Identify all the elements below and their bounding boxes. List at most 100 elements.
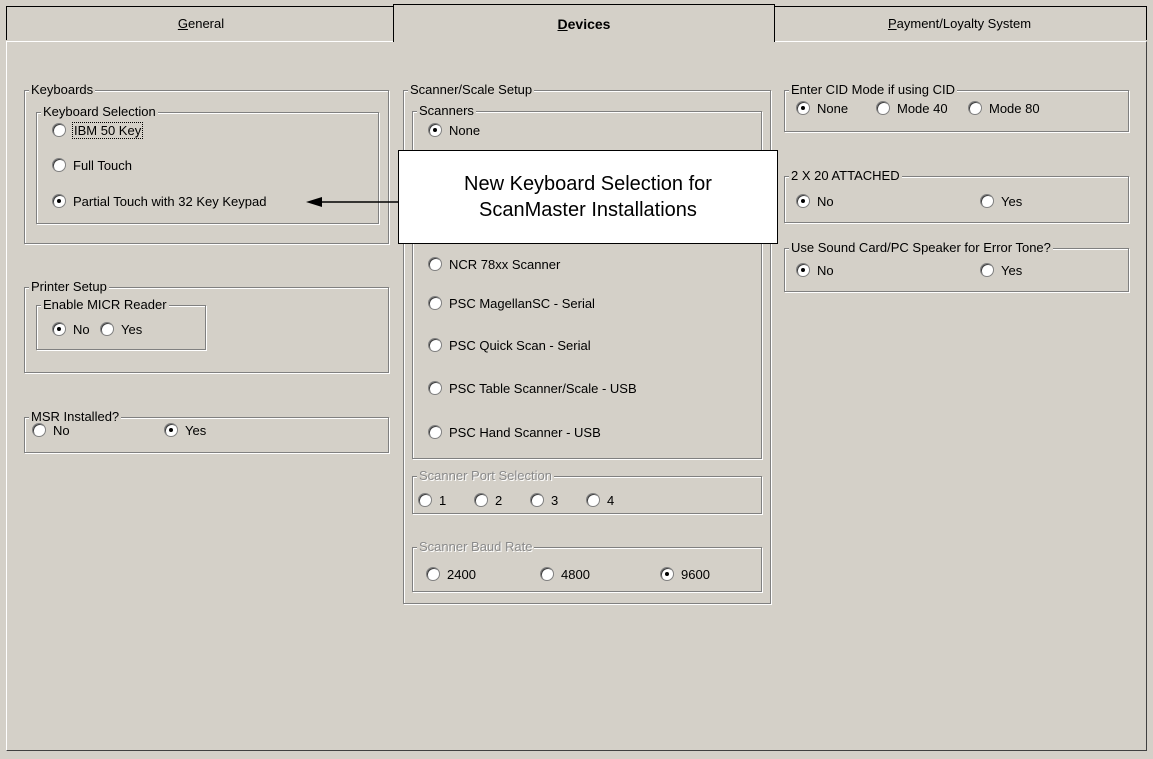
baud-9600-radio[interactable]: 9600 bbox=[660, 566, 710, 582]
cid-mode-title: Enter CID Mode if using CID bbox=[789, 82, 958, 98]
cid-mode-80-radio[interactable]: Mode 80 bbox=[968, 100, 1040, 116]
scanner-port-4-radio[interactable]: 4 bbox=[586, 492, 614, 508]
radio-button-icon bbox=[586, 493, 600, 507]
tab-devices-hotkey: D bbox=[557, 15, 568, 32]
radio-label: 9600 bbox=[681, 566, 710, 582]
callout-arrow-icon bbox=[306, 197, 399, 207]
radio-button-selected-icon bbox=[428, 123, 442, 137]
radio-label: Yes bbox=[1001, 262, 1023, 278]
scanner-port-3-radio[interactable]: 3 bbox=[530, 492, 558, 508]
radio-label: PSC Quick Scan - Serial bbox=[449, 337, 591, 353]
msr-no-radio[interactable]: No bbox=[32, 422, 70, 438]
radio-label: No bbox=[817, 262, 834, 278]
radio-button-selected-icon bbox=[52, 322, 66, 336]
micr-reader-title: Enable MICR Reader bbox=[41, 297, 169, 313]
radio-label: PSC MagellanSC - Serial bbox=[449, 295, 595, 311]
radio-button-icon bbox=[980, 263, 994, 277]
radio-label: 3 bbox=[551, 492, 559, 508]
scanner-port-selection-title: Scanner Port Selection bbox=[417, 468, 554, 484]
keyboard-option-partial-touch[interactable]: Partial Touch with 32 Key Keypad bbox=[52, 193, 266, 209]
callout-line-1: New Keyboard Selection for bbox=[464, 173, 712, 195]
radio-button-icon bbox=[530, 493, 544, 507]
display-no-radio[interactable]: No bbox=[796, 193, 834, 209]
radio-label: 4800 bbox=[561, 566, 590, 582]
printer-setup-title: Printer Setup bbox=[29, 279, 109, 295]
radio-button-icon bbox=[474, 493, 488, 507]
scanners-title: Scanners bbox=[417, 103, 476, 119]
radio-button-icon bbox=[876, 101, 890, 115]
tab-general-hotkey: G bbox=[177, 16, 188, 31]
display-2x20-title: 2 X 20 ATTACHED bbox=[789, 168, 902, 184]
tab-payment-loyalty[interactable]: Payment/Loyalty System bbox=[772, 6, 1147, 40]
tab-devices-label: evices bbox=[567, 15, 611, 32]
cid-none-radio[interactable]: None bbox=[796, 100, 848, 116]
radio-label: NCR 78xx Scanner bbox=[449, 256, 561, 272]
radio-button-icon bbox=[32, 423, 46, 437]
tab-general-label: eneral bbox=[187, 16, 225, 31]
scanner-port-1-radio[interactable]: 1 bbox=[418, 492, 446, 508]
tab-payment-hotkey: P bbox=[887, 16, 897, 31]
radio-button-selected-icon bbox=[796, 263, 810, 277]
radio-label: None bbox=[817, 100, 849, 116]
callout-box: New Keyboard Selection for ScanMaster In… bbox=[398, 150, 778, 244]
scanner-option-psc-table-scanner-usb[interactable]: PSC Table Scanner/Scale - USB bbox=[428, 380, 637, 396]
radio-label: Yes bbox=[1001, 193, 1023, 209]
display-yes-radio[interactable]: Yes bbox=[980, 193, 1022, 209]
radio-button-icon bbox=[968, 101, 982, 115]
radio-label: 4 bbox=[607, 492, 615, 508]
error-tone-title: Use Sound Card/PC Speaker for Error Tone… bbox=[789, 240, 1053, 256]
msr-yes-radio[interactable]: Yes bbox=[164, 422, 206, 438]
radio-button-selected-icon bbox=[796, 101, 810, 115]
keyboards-group-title: Keyboards bbox=[29, 82, 96, 98]
scanner-option-psc-quick-scan-serial[interactable]: PSC Quick Scan - Serial bbox=[428, 337, 591, 353]
radio-button-icon bbox=[426, 567, 440, 581]
radio-button-selected-icon bbox=[660, 567, 674, 581]
scanner-option-none[interactable]: None bbox=[428, 122, 480, 138]
keyboard-option-ibm-50-key[interactable]: IBM 50 Key bbox=[52, 121, 144, 139]
radio-label: No bbox=[817, 193, 834, 209]
micr-no-radio[interactable]: No bbox=[52, 321, 90, 337]
tab-general[interactable]: General bbox=[6, 6, 396, 40]
micr-yes-radio[interactable]: Yes bbox=[100, 321, 142, 337]
radio-button-icon bbox=[52, 123, 66, 137]
keyboard-option-full-touch[interactable]: Full Touch bbox=[52, 157, 132, 173]
scanner-port-2-radio[interactable]: 2 bbox=[474, 492, 502, 508]
radio-label: Yes bbox=[121, 321, 143, 337]
radio-button-selected-icon bbox=[52, 194, 66, 208]
radio-label: No bbox=[73, 321, 90, 337]
error-tone-no-radio[interactable]: No bbox=[796, 262, 834, 278]
radio-button-icon bbox=[428, 381, 442, 395]
radio-label: IBM 50 Key bbox=[71, 121, 144, 139]
scanner-option-ncr-78xx[interactable]: NCR 78xx Scanner bbox=[428, 256, 560, 272]
radio-label: None bbox=[449, 122, 481, 138]
radio-label: Yes bbox=[185, 422, 207, 438]
error-tone-group: Use Sound Card/PC Speaker for Error Tone… bbox=[784, 240, 1129, 292]
radio-button-icon bbox=[540, 567, 554, 581]
radio-button-icon bbox=[428, 257, 442, 271]
radio-button-icon bbox=[100, 322, 114, 336]
scanner-scale-setup-title: Scanner/Scale Setup bbox=[408, 82, 535, 98]
radio-label: 2400 bbox=[447, 566, 476, 582]
radio-label: PSC Table Scanner/Scale - USB bbox=[449, 380, 637, 396]
settings-window: General Devices Payment/Loyalty System K… bbox=[0, 0, 1153, 759]
radio-button-selected-icon bbox=[164, 423, 178, 437]
radio-label: 2 bbox=[495, 492, 503, 508]
radio-label: No bbox=[53, 422, 70, 438]
radio-button-selected-icon bbox=[796, 194, 810, 208]
scanner-option-psc-hand-scanner-usb[interactable]: PSC Hand Scanner - USB bbox=[428, 424, 601, 440]
error-tone-yes-radio[interactable]: Yes bbox=[980, 262, 1022, 278]
cid-mode-40-radio[interactable]: Mode 40 bbox=[876, 100, 948, 116]
radio-label: Full Touch bbox=[73, 157, 133, 173]
radio-label: Mode 40 bbox=[897, 100, 948, 116]
tab-payment-label: ayment/Loyalty System bbox=[896, 16, 1032, 31]
scanner-baud-rate-title: Scanner Baud Rate bbox=[417, 539, 535, 555]
radio-button-icon bbox=[418, 493, 432, 507]
baud-2400-radio[interactable]: 2400 bbox=[426, 566, 476, 582]
radio-button-icon bbox=[428, 425, 442, 439]
baud-4800-radio[interactable]: 4800 bbox=[540, 566, 590, 582]
scanner-option-psc-magellansc-serial[interactable]: PSC MagellanSC - Serial bbox=[428, 295, 595, 311]
radio-label: 1 bbox=[439, 492, 447, 508]
radio-button-icon bbox=[428, 338, 442, 352]
tab-devices[interactable]: Devices bbox=[393, 4, 775, 42]
radio-button-icon bbox=[52, 158, 66, 172]
